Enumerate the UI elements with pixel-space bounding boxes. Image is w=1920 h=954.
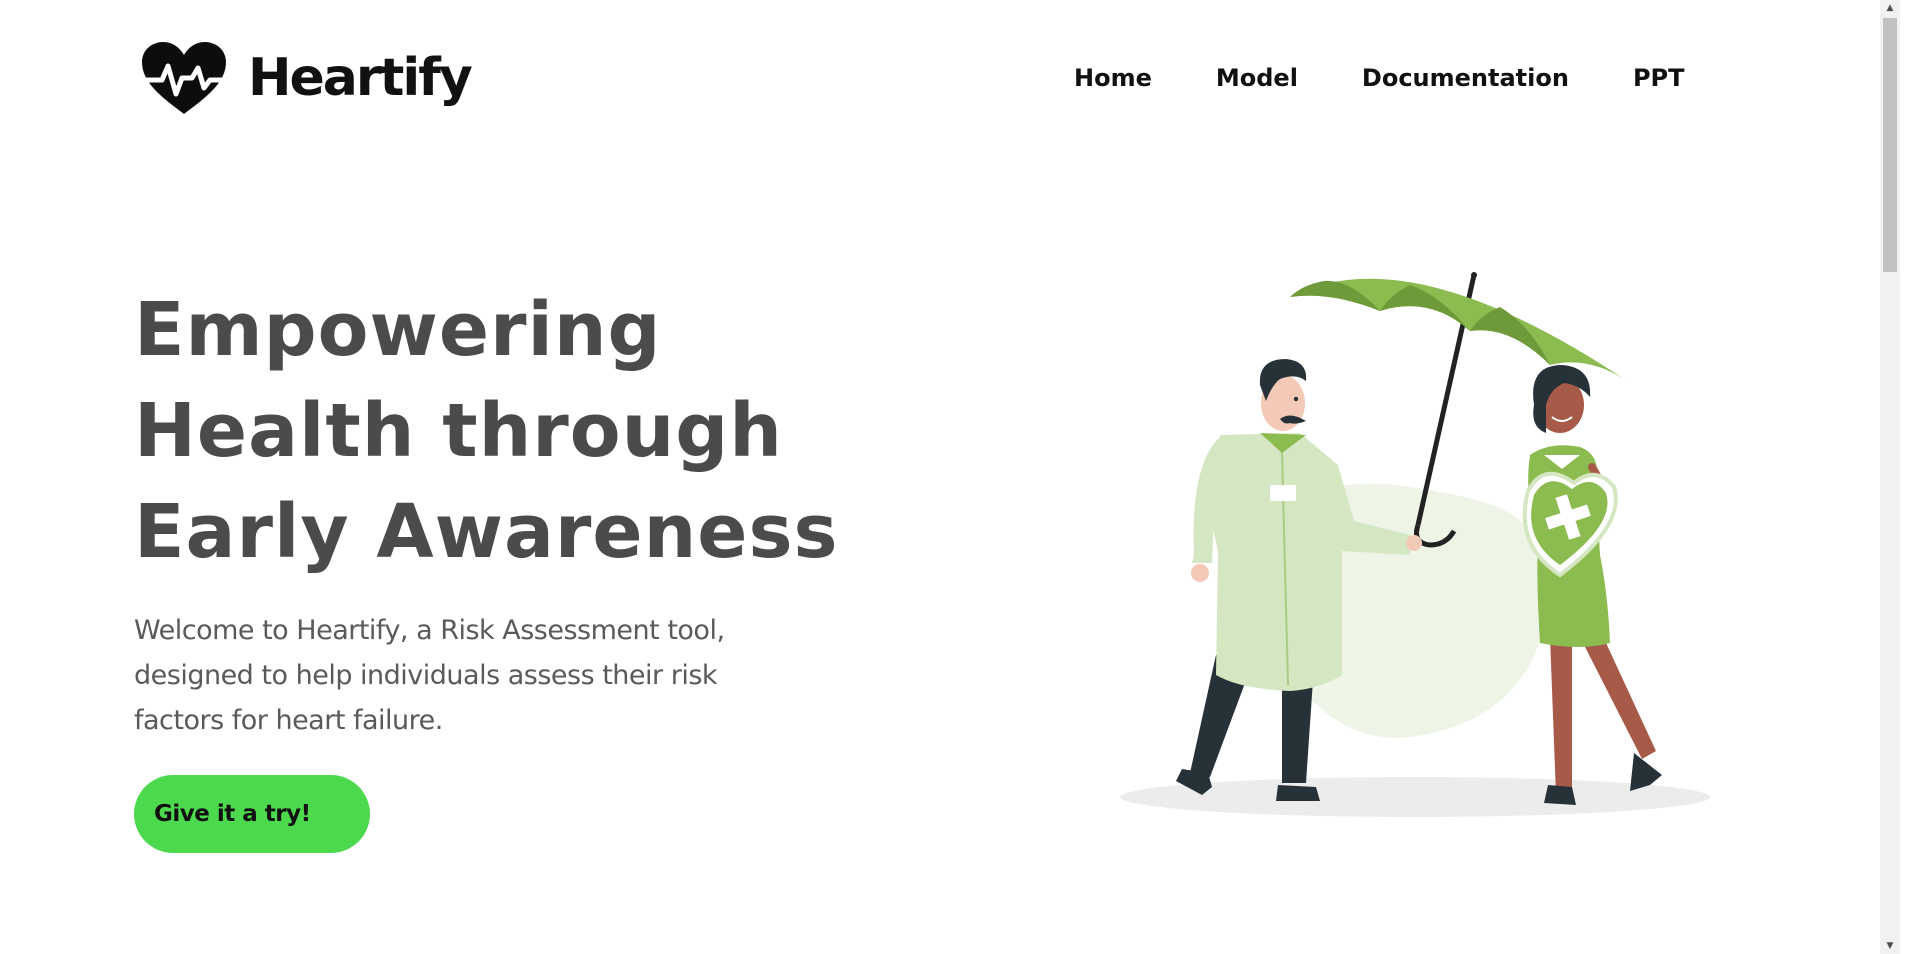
scrollbar[interactable]: ▲ ▼ [1880,0,1900,954]
main-nav: Home Model Documentation PPT [1074,64,1685,92]
nav-model[interactable]: Model [1216,64,1298,92]
scrollbar-thumb[interactable] [1883,18,1897,272]
nav-documentation[interactable]: Documentation [1362,64,1569,92]
logo[interactable]: Heartify [140,40,473,116]
scroll-down-arrow-icon[interactable]: ▼ [1880,938,1900,954]
hero-illustration [1120,272,1710,817]
hero-title: Empowering Health through Early Awarenes… [134,287,839,575]
hero-subtitle: Welcome to Heartify, a Risk Assessment t… [134,615,725,736]
nav-ppt[interactable]: PPT [1633,64,1685,92]
scroll-up-arrow-icon[interactable]: ▲ [1880,0,1900,16]
heartbeat-heart-icon [142,42,226,114]
give-it-a-try-button[interactable]: Give it a try! [134,775,370,853]
nav-home[interactable]: Home [1074,64,1152,92]
page: Heartify Home Model Documentation PPT Em… [0,0,1900,954]
brand-name: Heartify [248,48,473,108]
woman-figure [1522,365,1662,805]
